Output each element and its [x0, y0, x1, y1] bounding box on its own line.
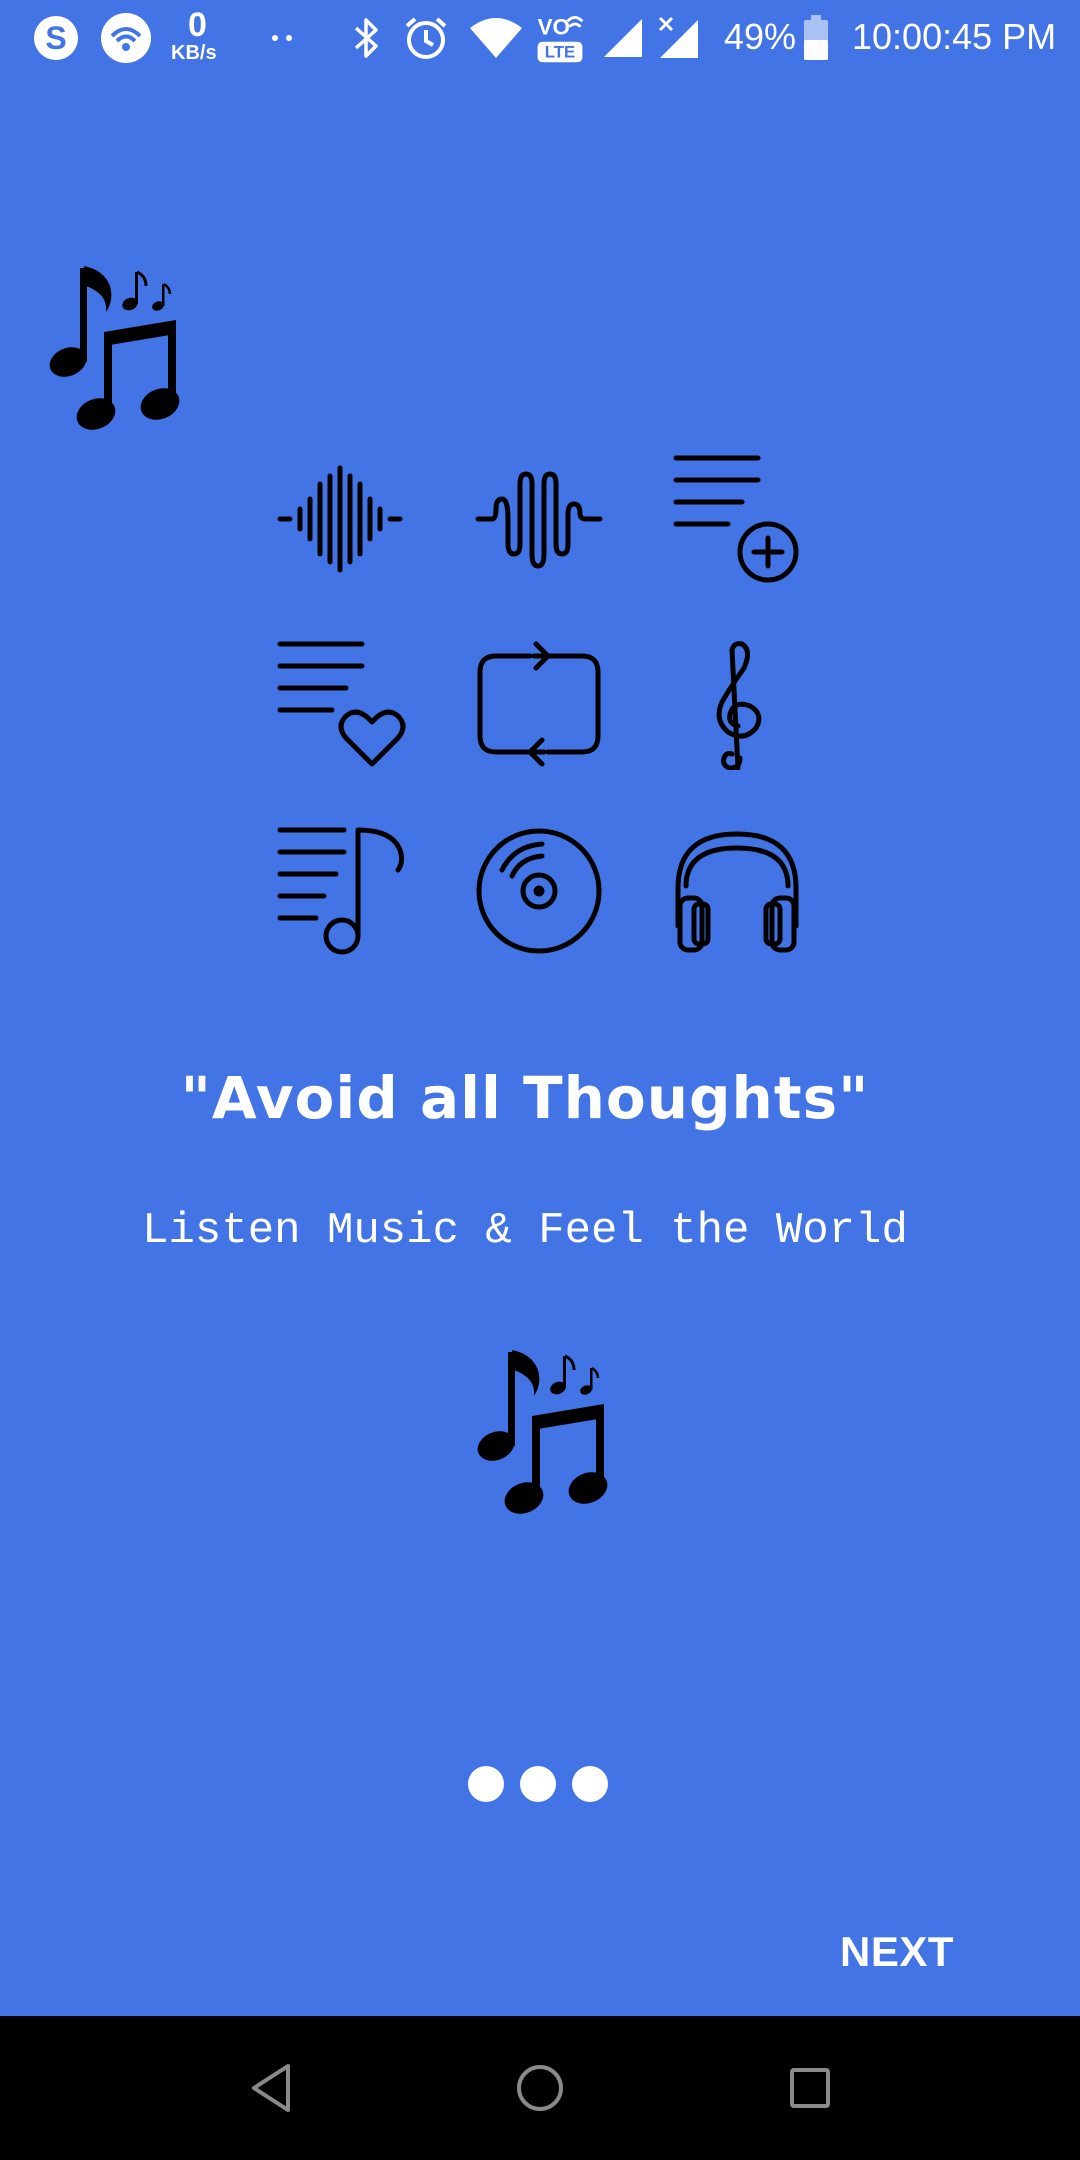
svg-text:S: S [45, 20, 66, 56]
sound-wave-icon [276, 454, 406, 584]
back-icon[interactable] [232, 2048, 312, 2128]
skype-icon: S [28, 10, 84, 66]
onboarding-screen: S 0 KB/s VO LTE 49% 10:00:45 PM "Avoid a… [0, 0, 1080, 2016]
svg-text:LTE: LTE [545, 43, 575, 62]
repeat-icon [474, 640, 604, 770]
battery-icon [800, 10, 832, 66]
volte-icon: VO LTE [532, 10, 588, 66]
page-indicator [468, 1766, 608, 1802]
music-notes-logo-center [474, 1340, 610, 1525]
bluetooth-icon [348, 10, 384, 66]
music-notes-logo [46, 256, 182, 441]
alarm-icon [400, 10, 452, 66]
battery-percent: 49% [724, 16, 797, 57]
treble-clef-icon [672, 640, 802, 771]
signal-icon [600, 10, 646, 66]
page-dot-1[interactable] [468, 1766, 504, 1802]
status-bar: S 0 KB/s VO LTE 49% 10:00:45 PM [0, 0, 1080, 76]
data-speed-value: 0 [188, 6, 207, 44]
vinyl-disc-icon [474, 826, 604, 956]
page-dot-3[interactable] [572, 1766, 608, 1802]
playlist-music-icon [276, 826, 406, 956]
home-icon[interactable] [500, 2048, 580, 2128]
navigation-bar [0, 2016, 1080, 2160]
tagline: Listen Music & Feel the World [142, 1206, 908, 1256]
wifi-icon [466, 10, 526, 66]
data-speed-unit: KB/s [171, 42, 217, 64]
recents-icon[interactable] [770, 2048, 850, 2128]
next-button[interactable]: NEXT [840, 1924, 980, 1980]
headphones-icon [672, 826, 802, 956]
audio-wave-icon [474, 454, 604, 584]
signal-no-data-icon [656, 10, 702, 66]
clock: 10:00:45 PM [852, 16, 1057, 57]
playlist-add-icon [672, 454, 802, 584]
wifi-hotspot-icon [98, 10, 154, 66]
headline-quote: "Avoid all Thoughts" [180, 1064, 870, 1132]
playlist-favorite-icon [276, 640, 406, 770]
more-dots-icon [268, 10, 298, 66]
svg-text:VO: VO [538, 14, 570, 39]
page-dot-2[interactable] [520, 1766, 556, 1802]
